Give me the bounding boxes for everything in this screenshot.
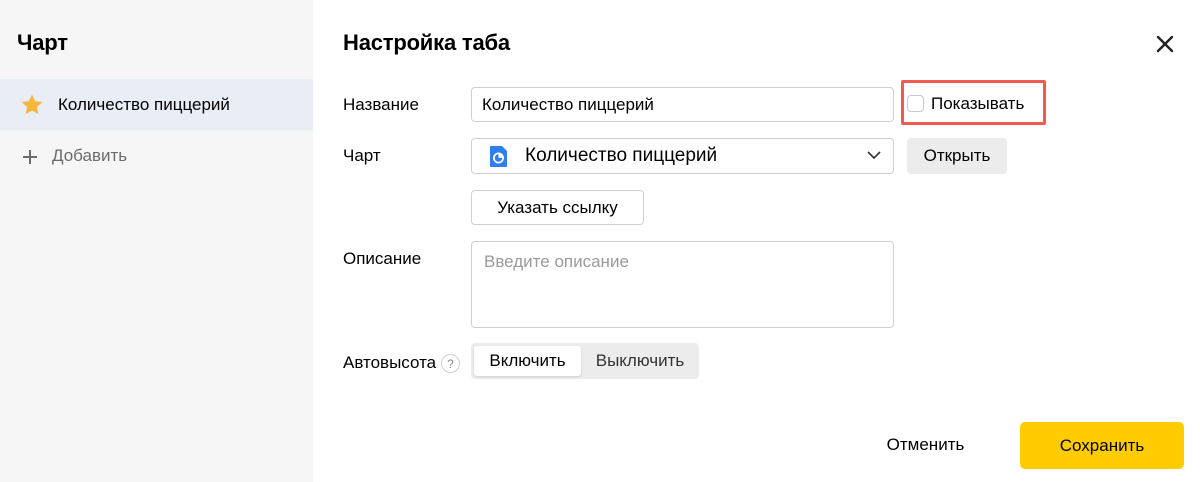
close-icon bbox=[1156, 35, 1174, 53]
chevron-down-icon bbox=[867, 151, 881, 160]
description-textarea[interactable]: Введите описание bbox=[471, 241, 894, 328]
star-icon bbox=[20, 93, 44, 117]
plus-icon bbox=[22, 146, 42, 166]
save-button[interactable]: Сохранить bbox=[1020, 422, 1184, 469]
pie-chart-icon bbox=[490, 146, 507, 167]
autoheight-on-option[interactable]: Включить bbox=[474, 346, 581, 376]
autoheight-off-option[interactable]: Выключить bbox=[584, 346, 696, 376]
chart-select[interactable]: Количество пиццерий bbox=[471, 138, 894, 174]
sidebar-item-label: Количество пиццерий bbox=[58, 94, 230, 114]
name-label: Название bbox=[343, 95, 419, 114]
autoheight-toggle: Включить Выключить bbox=[471, 343, 699, 379]
sidebar-title: Чарт bbox=[17, 30, 68, 55]
autoheight-label: Автовысота bbox=[343, 353, 437, 372]
close-button[interactable] bbox=[1154, 33, 1176, 55]
sidebar-item-tab[interactable]: Количество пиццерий bbox=[0, 79, 313, 130]
page-title: Настройка таба bbox=[343, 30, 510, 55]
chart-label: Чарт bbox=[343, 146, 381, 165]
add-tab-button[interactable]: Добавить bbox=[0, 131, 313, 181]
chart-select-value: Количество пиццерий bbox=[525, 145, 718, 166]
sidebar: Чарт Количество пиццерий Добавить bbox=[0, 0, 313, 482]
help-icon[interactable]: ? bbox=[441, 354, 460, 373]
set-link-button[interactable]: Указать ссылку bbox=[471, 190, 644, 225]
cancel-button[interactable]: Отменить bbox=[868, 422, 983, 468]
show-name-checkbox[interactable] bbox=[907, 95, 924, 112]
name-input[interactable]: Количество пиццерий bbox=[471, 87, 894, 122]
show-name-label[interactable]: Показывать bbox=[931, 94, 1024, 114]
add-tab-label: Добавить bbox=[52, 146, 128, 165]
open-chart-button[interactable]: Открыть bbox=[907, 138, 1007, 174]
description-label: Описание bbox=[343, 249, 422, 268]
